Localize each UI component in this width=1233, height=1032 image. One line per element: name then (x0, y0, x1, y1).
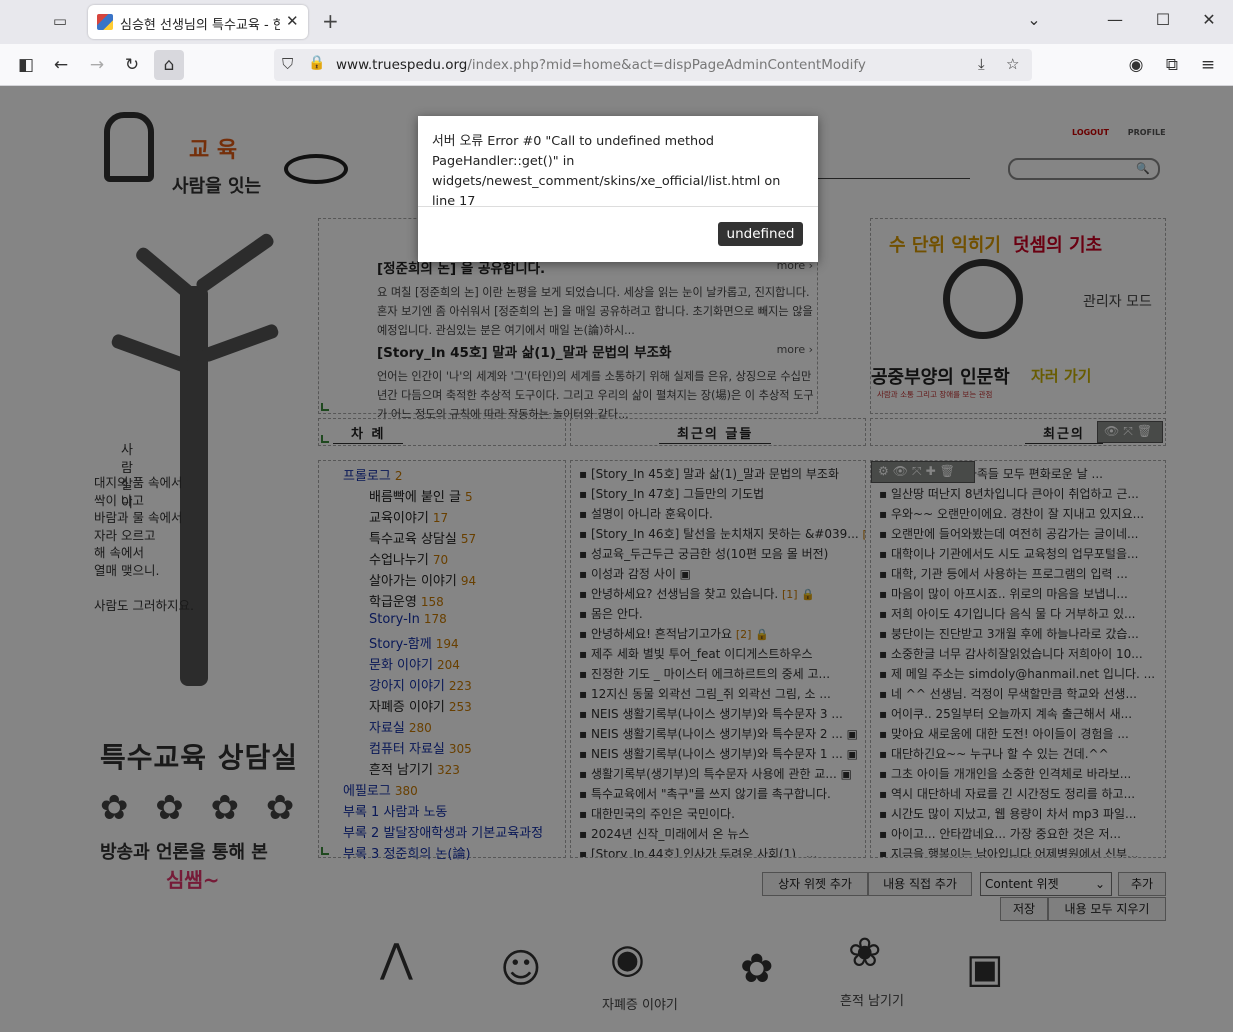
tab-close-icon[interactable]: ✕ (286, 12, 299, 30)
tab-list-icon[interactable]: ▭ (50, 12, 70, 32)
sidebar-icon[interactable]: ◧ (14, 53, 38, 77)
account-icon[interactable]: ◉ (1124, 53, 1148, 77)
reload-icon[interactable]: ↻ (120, 53, 144, 77)
minimize-icon[interactable]: — (1103, 10, 1127, 29)
lock-icon[interactable]: 🔒 (308, 55, 325, 71)
site-favicon-icon (97, 14, 113, 30)
dialog-confirm-button[interactable]: undefined (718, 222, 803, 246)
dialog-divider (418, 206, 818, 207)
shield-icon[interactable]: ⛉ (282, 55, 293, 73)
browser-tab-bar: ▭ 심승현 선생님의 특수교육 - 한 ✕ + ⌄ — ☐ ✕ (0, 0, 1233, 44)
url-path: /index.php?mid=home&act=dispPageAdminCon… (467, 57, 866, 73)
tab-overflow-icon[interactable]: ⌄ (1022, 10, 1046, 29)
url-domain: www.truespedu.org (336, 57, 468, 73)
maximize-icon[interactable]: ☐ (1151, 10, 1175, 29)
bookmark-icon[interactable]: ☆ (1006, 55, 1019, 73)
extensions-icon[interactable]: ⧉ (1160, 53, 1184, 77)
error-dialog: 서버 오류 Error #0 "Call to undefined method… (418, 116, 818, 262)
back-icon[interactable]: ← (49, 53, 73, 77)
home-icon[interactable]: ⌂ (154, 50, 184, 80)
url-text[interactable]: www.truespedu.org/index.php?mid=home&act… (336, 57, 866, 73)
url-bar[interactable]: ⛉ 🔒 www.truespedu.org/index.php?mid=home… (274, 49, 1032, 81)
forward-icon[interactable]: → (85, 53, 109, 77)
tab-title: 심승현 선생님의 특수교육 - 한 (120, 18, 280, 33)
menu-icon[interactable]: ≡ (1196, 53, 1220, 77)
new-tab-icon[interactable]: + (322, 9, 339, 33)
browser-nav-bar: ◧ ← → ↻ ⌂ ⛉ 🔒 www.truespedu.org/index.ph… (0, 44, 1233, 86)
active-tab[interactable]: 심승현 선생님의 특수교육 - 한 ✕ (88, 5, 308, 39)
save-page-icon[interactable]: ⤓ (978, 55, 985, 73)
error-message: 서버 오류 Error #0 "Call to undefined method… (432, 134, 781, 209)
window-close-icon[interactable]: ✕ (1197, 10, 1221, 29)
